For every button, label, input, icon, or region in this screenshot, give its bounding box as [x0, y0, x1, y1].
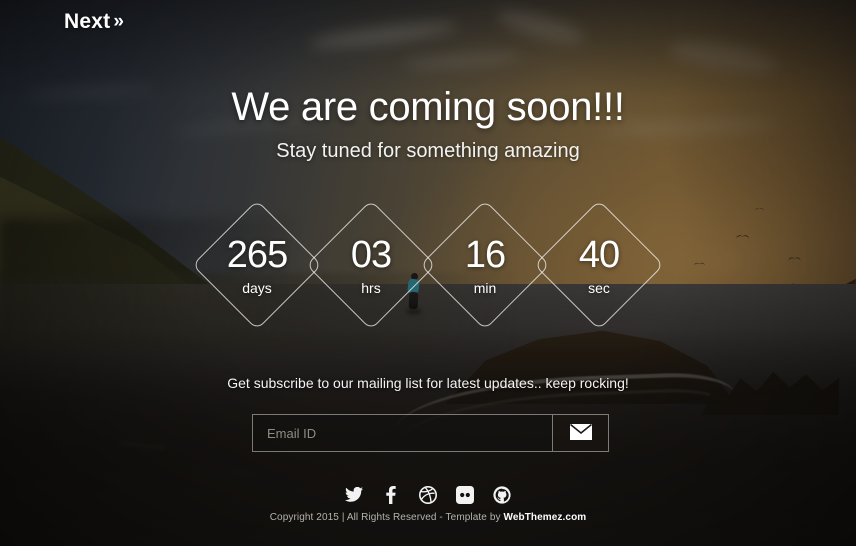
countdown-timer: 265 days 03 hrs 16 min 40 sec — [0, 199, 856, 331]
countdown-unit-sec: 40 sec — [533, 199, 665, 331]
countdown-unit-days: 265 days — [191, 199, 323, 331]
envelope-icon — [569, 423, 592, 443]
copyright-text: Copyright 2015 | All Rights Reserved - T… — [269, 512, 504, 523]
github-icon — [493, 485, 511, 509]
countdown-label-hrs: hrs — [361, 279, 381, 296]
dribbble-icon — [419, 485, 437, 509]
subscribe-submit-button[interactable] — [552, 414, 609, 452]
site-logo-text: Next — [64, 10, 111, 33]
countdown-value-min: 16 — [464, 233, 506, 276]
coming-soon-page: Next » We are coming soon!!! Stay tuned … — [0, 0, 856, 546]
countdown-value-sec: 40 — [578, 233, 620, 276]
page-content: Next » We are coming soon!!! Stay tuned … — [0, 0, 856, 546]
social-link-twitter[interactable] — [345, 486, 363, 507]
facebook-icon — [386, 485, 396, 509]
footer-brand: WebThemez.com — [503, 512, 587, 523]
social-link-flickr[interactable] — [456, 485, 474, 509]
social-links — [0, 485, 856, 509]
twitter-icon — [345, 486, 363, 507]
flickr-icon — [456, 485, 474, 509]
countdown-label-days: days — [242, 279, 272, 296]
social-link-facebook[interactable] — [382, 485, 400, 509]
double-chevron-right-icon: » — [113, 11, 125, 32]
subscribe-prompt: Get subscribe to our mailing list for la… — [227, 375, 629, 391]
page-title: We are coming soon!!! — [231, 85, 625, 129]
countdown-value-hrs: 03 — [350, 233, 392, 276]
footer-copyright: Copyright 2015 | All Rights Reserved - T… — [0, 512, 856, 523]
social-link-dribbble[interactable] — [419, 485, 437, 509]
subscribe-form — [252, 414, 609, 452]
email-input[interactable] — [252, 414, 552, 452]
countdown-value-days: 265 — [226, 233, 288, 276]
countdown-label-sec: sec — [588, 279, 610, 296]
countdown-unit-min: 16 min — [419, 199, 551, 331]
social-link-github[interactable] — [493, 485, 511, 509]
page-subtitle: Stay tuned for something amazing — [276, 140, 580, 162]
countdown-label-min: min — [473, 279, 497, 296]
site-logo[interactable]: Next » — [64, 11, 124, 32]
countdown-unit-hrs: 03 hrs — [305, 199, 437, 331]
